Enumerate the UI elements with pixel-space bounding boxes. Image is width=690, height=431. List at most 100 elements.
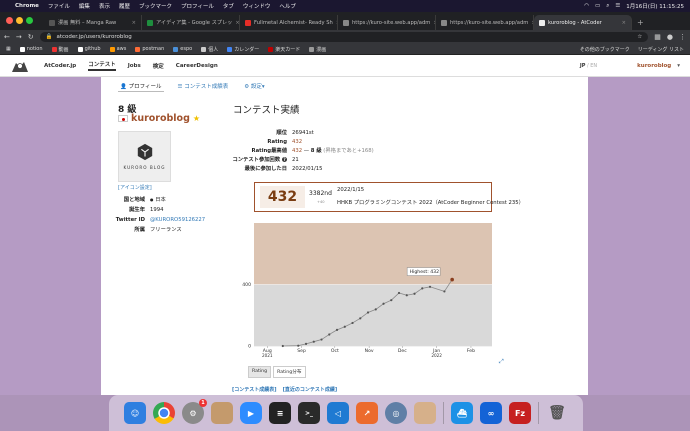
search-icon[interactable]: ⌕ [606, 3, 609, 10]
tab-favicon-icon [343, 19, 349, 26]
help-icon[interactable]: ? [282, 157, 287, 162]
browser-tab[interactable]: Fullmetal Alchemist- Ready Sh× [240, 15, 338, 30]
menu-file[interactable]: ファイル [48, 2, 70, 10]
browser-tab[interactable]: アイディア集 - Google スプレッ × [142, 15, 240, 30]
rating-point [421, 287, 424, 290]
menu-profile[interactable]: プロフィール [181, 2, 214, 10]
terminal-icon[interactable]: >_ [298, 402, 320, 424]
nav-contest[interactable]: コンテスト [88, 60, 116, 71]
icon-settings-link[interactable]: [アイコン設定] [118, 184, 152, 191]
tab-favicon-icon [49, 19, 55, 26]
nav-jobs[interactable]: Jobs [128, 63, 141, 69]
bookmark-item[interactable]: postman [135, 46, 164, 52]
nav-user-menu[interactable]: kuroroblog [637, 63, 671, 69]
menu-bookmarks[interactable]: ブックマーク [139, 2, 172, 10]
bookmark-star-icon[interactable]: ☆ [637, 34, 642, 40]
bookmark-item[interactable]: 楽天カード [268, 46, 300, 53]
minimize-window-icon[interactable] [16, 17, 23, 24]
caret-down-icon[interactable]: ▾ [677, 63, 680, 69]
activity-monitor-icon[interactable]: ≡ [269, 402, 291, 424]
rating-distribution-button[interactable]: Rating分布 [273, 366, 306, 378]
back-icon[interactable]: ← [4, 33, 10, 41]
twitter-link[interactable]: @KURORO59126227 [150, 217, 205, 223]
rating-point [397, 291, 401, 295]
contest-history-link[interactable]: [コンテスト成績表] [232, 386, 277, 393]
expand-chart-icon[interactable]: ⤢ [499, 358, 504, 365]
menu-kebab-icon[interactable]: ⋮ [679, 33, 686, 41]
nav-atcoder-jp[interactable]: AtCoder.jp [44, 63, 76, 69]
wifi-icon[interactable]: ◠ [584, 3, 589, 9]
chrome-icon[interactable] [153, 402, 175, 424]
menu-view[interactable]: 表示 [99, 2, 110, 10]
browser-tab[interactable]: 漫画 無料 – Manga Raw × [44, 15, 142, 30]
rating-point [320, 338, 323, 341]
menu-edit[interactable]: 編集 [79, 2, 90, 10]
contacts-icon[interactable] [211, 402, 233, 424]
quicktime-icon[interactable]: ◎ [385, 402, 407, 424]
new-tab-icon[interactable]: + [637, 18, 644, 27]
browser-tab[interactable]: https://kuro-site.web.app/adm× [436, 15, 534, 30]
recent-contests-link[interactable]: [直近のコンテスト成績] [283, 386, 338, 393]
zoom-icon[interactable]: ▶ [240, 402, 262, 424]
infinity-app-icon[interactable]: ∞ [480, 402, 502, 424]
tab-profile[interactable]: 👤 プロフィール [118, 81, 164, 92]
menu-tab[interactable]: タブ [223, 2, 234, 10]
rank-value: 26941st [292, 130, 314, 136]
other-bookmarks[interactable]: その他のブックマーク [580, 46, 630, 53]
rating-band [254, 284, 492, 346]
profile-icon[interactable]: ● [667, 33, 673, 41]
lang-jp[interactable]: JP [580, 63, 586, 69]
vscode-icon[interactable]: ◁ [327, 402, 349, 424]
mac-dock: ☺ ⚙ 1 ▶ ≡ >_ ◁ ↗ ◎ ⛴ ∞ Fz 🗑 [109, 395, 583, 431]
lang-en[interactable]: EN [590, 63, 597, 69]
apps-icon[interactable]: ▦ [6, 46, 11, 52]
trash-icon[interactable]: 🗑 [546, 402, 568, 424]
menu-window[interactable]: ウィンドウ [243, 2, 271, 10]
latest-contest-name[interactable]: HHKB プログラミングコンテスト 2022（AtCoder Beginner … [337, 198, 524, 206]
menu-help[interactable]: ヘルプ [279, 2, 296, 10]
close-window-icon[interactable] [6, 17, 13, 24]
address-bar[interactable]: 🔒 atcoder.jp/users/kuroroblog ☆ [39, 32, 649, 42]
rating-button[interactable]: Rating [248, 366, 272, 378]
tab-settings[interactable]: ⚙ 設定▾ [242, 81, 266, 92]
docker-icon[interactable]: ⛴ [451, 402, 473, 424]
filezilla-icon[interactable]: Fz [509, 402, 531, 424]
extensions-icon[interactable]: ▦ [654, 33, 661, 41]
forward-icon[interactable]: → [16, 33, 22, 41]
x-tick-year-label: 2022 [431, 353, 442, 358]
finder-icon[interactable]: ☺ [124, 402, 146, 424]
nav-kentei[interactable]: 検定 [153, 62, 164, 70]
avatar-label: KURORO BLOG [123, 165, 166, 170]
rating-point [359, 317, 362, 320]
reading-list[interactable]: リーディング リスト [638, 46, 684, 53]
control-center-icon[interactable]: ☰ [615, 3, 620, 9]
menu-history[interactable]: 履歴 [119, 2, 130, 10]
bookmark-item[interactable]: 個人 [201, 46, 218, 53]
reload-icon[interactable]: ↻ [28, 33, 34, 41]
zoom-window-icon[interactable] [26, 17, 33, 24]
browser-tab-active[interactable]: kuroroblog - AtCoder × [534, 15, 632, 30]
bookmark-favicon-icon [135, 46, 141, 52]
close-tab-icon[interactable]: × [622, 20, 626, 26]
bookmark-item[interactable]: espo [173, 46, 192, 52]
battery-icon[interactable]: ▭ [595, 3, 600, 9]
preview-icon[interactable] [414, 402, 436, 424]
bookmark-item[interactable]: カレンダー [227, 46, 259, 53]
close-tab-icon[interactable]: × [132, 20, 136, 26]
atcoder-logo-icon[interactable] [10, 58, 30, 74]
username[interactable]: kuroroblog [131, 113, 190, 124]
menubar-app-name[interactable]: Chrome [15, 3, 39, 9]
bookmark-item[interactable]: 漫画 [309, 46, 326, 53]
kuroro-logo-icon [137, 143, 152, 161]
bookmark-item[interactable]: aws [109, 46, 126, 52]
git-tool-icon[interactable]: ↗ [356, 402, 378, 424]
tab-contest-history[interactable]: ☰ コンテスト成績表 [176, 81, 231, 92]
bookmark-item[interactable]: notion [19, 46, 43, 52]
bookmark-item[interactable]: github [77, 46, 101, 52]
system-preferences-icon[interactable]: ⚙ 1 [182, 399, 207, 424]
nav-career-design[interactable]: CareerDesign [176, 63, 218, 69]
browser-tab[interactable]: https://kuro-site.web.app/adm× [338, 15, 436, 30]
bookmark-item[interactable]: 動画 [51, 46, 69, 53]
bookmark-favicon-icon [309, 46, 315, 52]
menubar-clock[interactable]: 1月16日(日) 11:15:25 [626, 2, 684, 10]
